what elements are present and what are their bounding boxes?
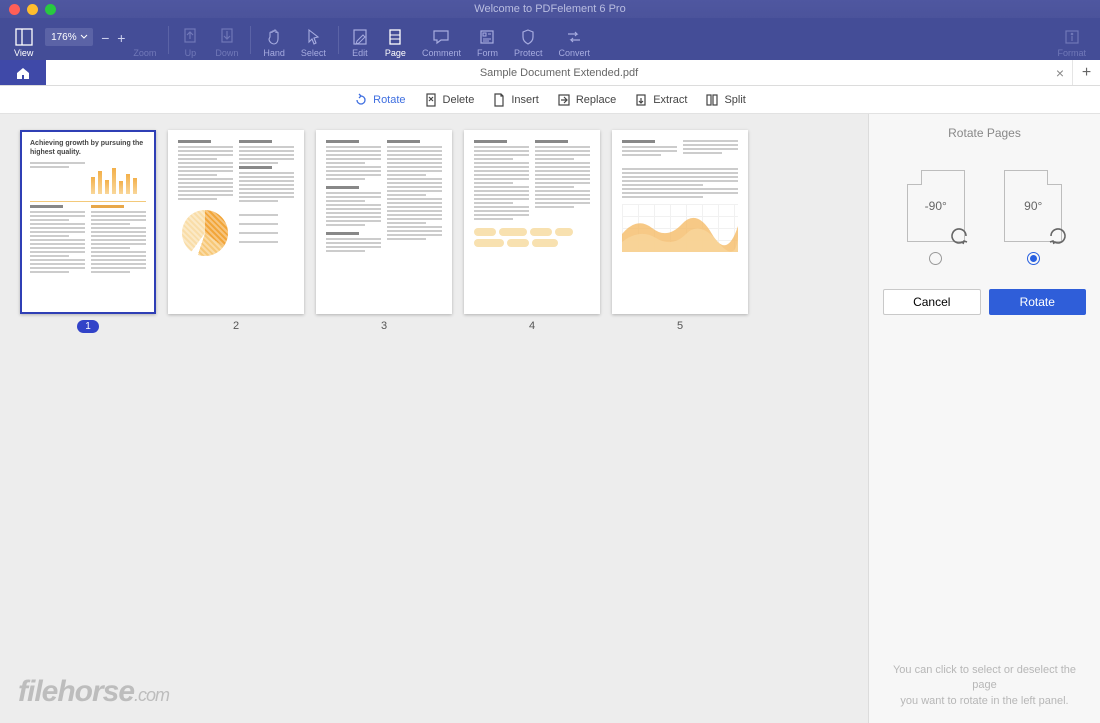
select-tool[interactable]: Select xyxy=(293,20,334,60)
window-title: Welcome to PDFelement 6 Pro xyxy=(0,3,1100,15)
page-thumbnail[interactable]: 5 xyxy=(612,130,748,333)
zoom-label: Zoom xyxy=(125,20,164,60)
chevron-down-icon xyxy=(80,33,88,41)
delete-action[interactable]: Delete xyxy=(424,93,475,107)
rotate-panel: Rotate Pages -90° 90° Cancel Rotate xyxy=(868,114,1100,723)
rotate-right-radio[interactable] xyxy=(1027,252,1040,265)
main-toolbar: View 176% − + Zoom Up Down Hand Select E… xyxy=(0,18,1100,60)
page-sub-toolbar: Rotate Delete Insert Replace Extract Spl… xyxy=(0,86,1100,114)
page-number: 4 xyxy=(529,320,535,332)
split-action[interactable]: Split xyxy=(705,93,745,107)
hand-icon xyxy=(265,28,283,46)
page-down-icon xyxy=(218,28,236,46)
hand-tool[interactable]: Hand xyxy=(255,20,293,60)
view-icon xyxy=(15,28,33,46)
page-up-icon xyxy=(181,28,199,46)
rotate-left-preview: -90° xyxy=(907,170,965,242)
page-icon xyxy=(386,28,404,46)
page-thumbnail-area: Achieving growth by pursuing the highest… xyxy=(0,114,868,723)
insert-page-icon xyxy=(492,93,506,107)
info-icon xyxy=(1063,28,1081,46)
comment-tool[interactable]: Comment xyxy=(414,20,469,60)
format-tool: Format xyxy=(1049,20,1094,60)
rotate-right-option[interactable]: 90° xyxy=(993,170,1073,265)
window-titlebar: Welcome to PDFelement 6 Pro xyxy=(0,0,1100,18)
main-area: Achieving growth by pursuing the highest… xyxy=(0,114,1100,723)
insert-action[interactable]: Insert xyxy=(492,93,539,107)
maximize-window-button[interactable] xyxy=(45,4,56,15)
toolbar-separator xyxy=(168,26,169,54)
down-tool[interactable]: Down xyxy=(207,20,246,60)
panel-hint: You can click to select or deselect the … xyxy=(869,663,1100,723)
split-icon xyxy=(705,93,719,107)
form-icon xyxy=(478,28,496,46)
thumbnail-list: Achieving growth by pursuing the highest… xyxy=(20,130,848,333)
close-tab-button[interactable]: × xyxy=(1056,65,1064,81)
rotate-action[interactable]: Rotate xyxy=(354,93,405,107)
page-number: 1 xyxy=(77,320,99,333)
home-icon xyxy=(15,66,31,80)
delete-page-icon xyxy=(424,93,438,107)
edit-icon xyxy=(351,28,369,46)
extract-icon xyxy=(634,93,648,107)
replace-icon xyxy=(557,93,571,107)
rotate-icon xyxy=(354,93,368,107)
page-number: 5 xyxy=(677,320,683,332)
page-thumbnail[interactable]: Achieving growth by pursuing the highest… xyxy=(20,130,156,333)
up-tool[interactable]: Up xyxy=(173,20,207,60)
page-number: 2 xyxy=(233,320,239,332)
page-preview xyxy=(612,130,748,314)
page-preview xyxy=(316,130,452,314)
rotate-button[interactable]: Rotate xyxy=(989,289,1087,315)
document-tab[interactable]: Sample Document Extended.pdf × xyxy=(46,60,1072,85)
form-tool[interactable]: Form xyxy=(469,20,506,60)
zoom-level-select[interactable]: 176% xyxy=(45,28,93,46)
toolbar-separator xyxy=(250,26,251,54)
page1-heading: Achieving growth by pursuing the highest… xyxy=(30,140,146,158)
rotate-left-option[interactable]: -90° xyxy=(896,170,976,265)
document-tab-label: Sample Document Extended.pdf xyxy=(480,67,638,79)
page-tool[interactable]: Page xyxy=(377,20,414,60)
panel-title: Rotate Pages xyxy=(869,114,1100,170)
watermark: filehorse.com xyxy=(18,675,169,709)
replace-action[interactable]: Replace xyxy=(557,93,616,107)
page-thumbnail[interactable]: 4 xyxy=(464,130,600,333)
comment-icon xyxy=(432,28,450,46)
rotate-left-radio[interactable] xyxy=(929,252,942,265)
extract-action[interactable]: Extract xyxy=(634,93,687,107)
shield-icon xyxy=(519,28,537,46)
document-tabbar: Sample Document Extended.pdf × + xyxy=(0,60,1100,86)
convert-icon xyxy=(565,28,583,46)
page-preview xyxy=(168,130,304,314)
view-tool[interactable]: View xyxy=(6,20,41,60)
rotate-cw-icon xyxy=(1047,225,1069,247)
rotate-ccw-icon xyxy=(948,225,970,247)
window-controls xyxy=(9,4,56,15)
page-preview: Achieving growth by pursuing the highest… xyxy=(20,130,156,314)
minimize-window-button[interactable] xyxy=(27,4,38,15)
page-preview xyxy=(464,130,600,314)
add-tab-button[interactable]: + xyxy=(1072,60,1100,85)
protect-tool[interactable]: Protect xyxy=(506,20,551,60)
page-thumbnail[interactable]: 2 xyxy=(168,130,304,333)
cancel-button[interactable]: Cancel xyxy=(883,289,981,315)
page-thumbnail[interactable]: 3 xyxy=(316,130,452,333)
cursor-icon xyxy=(304,28,322,46)
rotate-right-preview: 90° xyxy=(1004,170,1062,242)
home-tab[interactable] xyxy=(0,60,46,85)
toolbar-separator xyxy=(338,26,339,54)
edit-tool[interactable]: Edit xyxy=(343,20,377,60)
zoom-out-button[interactable]: − xyxy=(97,30,113,46)
convert-tool[interactable]: Convert xyxy=(550,20,598,60)
close-window-button[interactable] xyxy=(9,4,20,15)
page-number: 3 xyxy=(381,320,387,332)
